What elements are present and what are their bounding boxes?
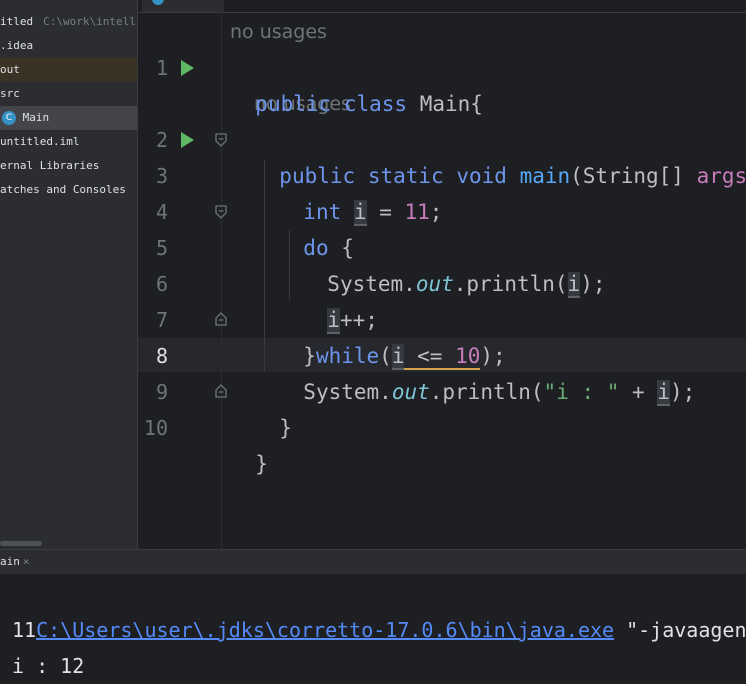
sidebar-scrollbar[interactable] [0,541,42,546]
code-token: (String[] [570,164,684,188]
code-line-3: int i = 11; [278,158,442,226]
code-token: ); [580,272,606,296]
run-tab-main[interactable]: ain × [0,550,30,574]
code-line-4: do { [278,194,354,260]
static-field: out [415,272,454,296]
static-field: out [391,380,430,404]
fold-collapse-icon[interactable] [214,133,228,147]
tree-item-label: out [0,63,20,76]
project-root-label: itled [0,15,34,28]
tree-item-src[interactable]: src [0,82,137,106]
console-command-line: C:\Users\user\.jdks\corretto-17.0.6\bin\… [12,576,746,642]
line-number: 10 [143,416,168,440]
tree-item-label: .idea [0,39,34,52]
tree-item-external-libraries[interactable]: ernal Libraries [0,154,137,178]
tree-item-main[interactable]: C Main [0,106,137,130]
variable: i [353,200,367,226]
usages-hint[interactable]: no usages [230,14,327,50]
keyword: class [343,92,408,116]
code-token: System. [303,380,392,404]
close-icon[interactable]: × [23,555,30,568]
tree-item-label: untitled.iml [0,135,80,148]
variable: i [657,380,670,406]
code-line-2: public static void main(String[] args){ [254,122,746,188]
parameter: args [696,164,746,188]
project-tool-window: itled C:\work\intelliJ .idea out src C Ma… [0,0,137,549]
console-command-args: "-javaagent:C [626,618,746,642]
line-number: 1 [155,56,168,80]
tree-item-iml[interactable]: untitled.iml [0,130,137,154]
tree-item-label: Main [22,111,50,124]
editor-tab-strip [138,0,746,13]
code-token: ); [670,380,696,404]
run-class-icon[interactable] [181,60,194,76]
code-line-9: } [254,374,292,440]
project-root-item[interactable]: itled C:\work\intelliJ [0,10,137,34]
line-number-current: 8 [155,344,168,368]
tree-item-out[interactable]: out [0,58,137,82]
console-output-line: i : 12 [12,654,85,678]
method-name: main [519,164,571,188]
class-icon: C [2,111,16,125]
code-token: } [279,416,292,440]
gutter-separator [221,13,222,549]
keyword: public [255,92,332,116]
run-tab-label: ain [0,555,20,568]
java-exe-link[interactable]: C:\Users\user\.jdks\corretto-17.0.6\bin\… [36,618,614,642]
number-literal: 11 [404,200,430,224]
tree-item-idea[interactable]: .idea [0,34,137,58]
project-root-path: C:\work\intelliJ [43,15,137,28]
code-line-10: } [230,410,268,476]
code-token: } [255,452,268,476]
code-line-6: i++; [302,266,378,334]
line-number: 4 [155,200,168,224]
tree-item-label: ernal Libraries [0,159,100,172]
line-number: 2 [155,128,168,152]
tree-item-label: atches and Consoles [0,183,126,196]
console-output-line: 11 [12,618,37,642]
code-line-8: System.out.println("i : " + i); [278,338,695,406]
tree-item-scratches[interactable]: atches and Consoles [0,178,137,202]
line-number: 9 [155,380,168,404]
code-line-1: public class Main{ [230,50,483,116]
code-token: .println( [453,272,568,296]
line-number: 6 [155,272,168,296]
fold-collapse-icon[interactable] [214,205,228,219]
class-name: Main{ [419,92,483,116]
code-line-5: System.out.println(i); [302,230,606,298]
string-literal: "i : " [543,380,620,404]
run-tab-bar [0,550,746,574]
code-token: .println( [429,380,544,404]
run-main-icon[interactable] [181,132,194,148]
code-token: + [619,380,658,404]
line-number: 5 [155,236,168,260]
variable: i [567,272,581,298]
code-token: = [366,200,405,224]
tree-item-label: src [0,87,20,100]
keyword: void [456,164,507,188]
line-number: 3 [155,164,168,188]
line-number: 7 [155,308,168,332]
fold-end-icon[interactable] [214,312,228,326]
code-line-7: }while(i <= 10); [278,302,506,370]
fold-end-icon[interactable] [214,384,228,398]
code-token: ; [429,200,443,224]
